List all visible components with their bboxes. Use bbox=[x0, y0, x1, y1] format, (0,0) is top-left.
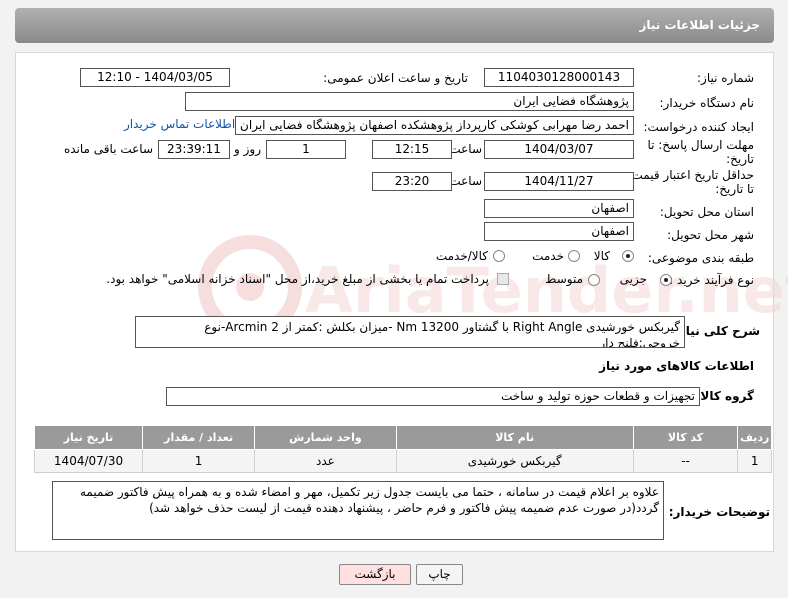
buyer-org-field: پژوهشگاه فضایی ایران bbox=[185, 92, 634, 111]
need-number-label: شماره نیاز: bbox=[697, 71, 754, 85]
category-both-radio[interactable] bbox=[493, 250, 505, 262]
summary-label: شرح کلی نیاز: bbox=[674, 324, 760, 338]
announce-field: 1404/03/05 - 12:10 bbox=[80, 68, 230, 87]
deadline-label-date: تاریخ: bbox=[726, 152, 754, 166]
category-goods-radio[interactable] bbox=[622, 250, 634, 262]
page-title: جزئیات اطلاعات نیاز bbox=[639, 18, 760, 32]
buyer-org-label: نام دستگاه خریدار: bbox=[659, 96, 755, 110]
validity-time-field: 23:20 bbox=[372, 172, 452, 191]
table-header-cell: تعداد / مقدار bbox=[142, 425, 256, 450]
remaining-label: ساعت باقی مانده bbox=[63, 142, 153, 156]
table-row: 1 -- گیربکس خورشیدی عدد 1 1404/07/30 bbox=[33, 449, 772, 473]
process-minor-label: جزیی bbox=[619, 272, 647, 286]
print-button[interactable]: چاپ bbox=[416, 564, 463, 585]
table-header-cell: ردیف bbox=[737, 425, 772, 450]
table-cell: -- bbox=[632, 449, 739, 473]
table-header-row: ردیف کد کالا نام کالا واحد شمارش تعداد /… bbox=[33, 425, 772, 450]
validity-date-field: 1404/11/27 bbox=[484, 172, 634, 191]
treasury-payment-checkbox[interactable] bbox=[497, 273, 509, 285]
category-service-label: خدمت bbox=[532, 249, 564, 263]
city-field: اصفهان bbox=[484, 222, 634, 241]
table-cell: 1404/07/30 bbox=[33, 449, 144, 473]
goods-group-label: گروه کالا: bbox=[695, 389, 754, 403]
table-cell: 1 bbox=[737, 449, 772, 473]
city-label: شهر محل تحویل: bbox=[667, 228, 754, 242]
validity-time-label: ساعت bbox=[449, 174, 482, 188]
back-button[interactable]: بازگشت bbox=[339, 564, 411, 585]
deadline-time-label: ساعت bbox=[449, 142, 482, 156]
summary-field: گیربکس خورشیدی Right Angle با گشتاور 132… bbox=[135, 316, 685, 348]
remaining-time-field: 23:39:11 bbox=[158, 140, 230, 159]
table-header-cell: واحد شمارش bbox=[254, 425, 397, 450]
deadline-label: مهلت ارسال پاسخ: تا bbox=[647, 138, 754, 152]
table-cell: 1 bbox=[142, 449, 256, 473]
table-header-cell: تاریخ نیاز bbox=[33, 425, 144, 450]
deadline-date-field: 1404/03/07 bbox=[484, 140, 634, 159]
announce-label: تاریخ و ساعت اعلان عمومی: bbox=[323, 71, 468, 85]
days-label: روز و bbox=[234, 142, 261, 156]
page-header: جزئیات اطلاعات نیاز bbox=[15, 8, 774, 43]
goods-info-title: اطلاعات کالاهای مورد نیاز bbox=[599, 359, 754, 373]
goods-table: ردیف کد کالا نام کالا واحد شمارش تعداد /… bbox=[33, 425, 772, 473]
buyer-contact-link[interactable]: اطلاعات تماس خریدار bbox=[124, 117, 235, 131]
payment-note: پرداخت تمام یا بخشی از مبلغ خرید،از محل … bbox=[106, 272, 489, 286]
validity-label: حداقل تاریخ اعتبار قیمت: bbox=[627, 168, 754, 182]
creator-field: احمد رضا مهرابی کوشکی کارپرداز پژوهشکده … bbox=[235, 116, 634, 135]
process-medium-label: متوسط bbox=[545, 272, 583, 286]
page-frame: جزئیات اطلاعات نیاز AriaTender.net شماره… bbox=[0, 0, 788, 598]
buyer-notes-field: علاوه بر اعلام قیمت در سامانه ، حتما می … bbox=[52, 481, 664, 540]
process-medium-radio[interactable] bbox=[588, 274, 600, 286]
validity-label-date: تا تاریخ: bbox=[715, 182, 754, 196]
category-both-label: کالا/خدمت bbox=[435, 249, 488, 263]
need-number-field: 1104030128000143 bbox=[484, 68, 634, 87]
province-label: استان محل تحویل: bbox=[659, 205, 754, 219]
table-header-cell: کد کالا bbox=[632, 425, 739, 450]
deadline-time-field: 12:15 bbox=[372, 140, 452, 159]
process-minor-radio[interactable] bbox=[660, 274, 672, 286]
creator-label: ایجاد کننده درخواست: bbox=[643, 120, 754, 134]
category-service-radio[interactable] bbox=[568, 250, 580, 262]
category-goods-label: کالا bbox=[593, 249, 610, 263]
goods-group-field: تجهیزات و قطعات حوزه تولید و ساخت bbox=[166, 387, 700, 406]
buyer-notes-label: توضیحات خریدار: bbox=[668, 505, 770, 519]
table-header-cell: نام کالا bbox=[395, 425, 634, 450]
table-cell: گیربکس خورشیدی bbox=[395, 449, 634, 473]
days-field: 1 bbox=[266, 140, 346, 159]
table-cell: عدد bbox=[254, 449, 397, 473]
process-label: نوع فرآیند خرید : bbox=[669, 273, 754, 287]
category-label: طبقه بندی موضوعی: bbox=[647, 251, 754, 265]
province-field: اصفهان bbox=[484, 199, 634, 218]
